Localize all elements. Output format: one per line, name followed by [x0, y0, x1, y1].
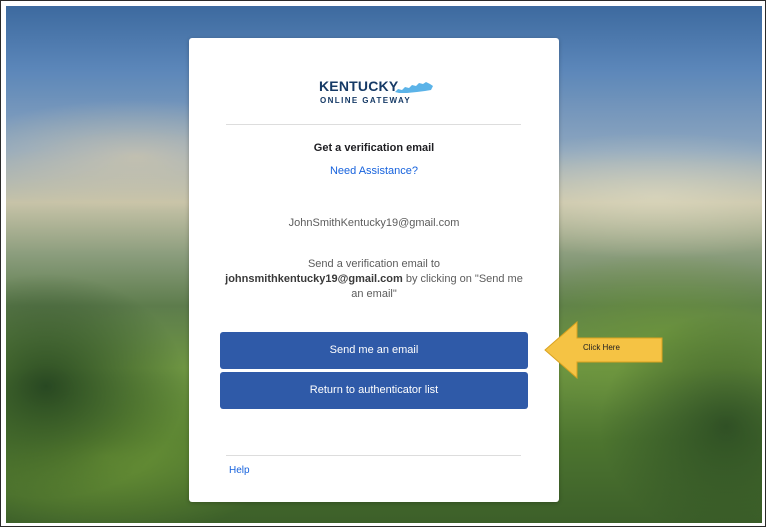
- kentucky-online-gateway-logo: KENTUCKY ONLINE GATEWAY: [319, 79, 434, 105]
- logo-subtitle: ONLINE GATEWAY: [320, 96, 412, 105]
- page-title: Get a verification email: [313, 142, 435, 154]
- description-email: johnsmithkentucky19@gmail.com: [225, 273, 403, 285]
- logo-title: KENTUCKY: [319, 78, 399, 94]
- screenshot-frame: KENTUCKY ONLINE GATEWAY Get a verificati…: [0, 0, 766, 527]
- account-email: JohnSmithKentucky19@gmail.com: [288, 217, 460, 229]
- help-link[interactable]: Help: [229, 465, 250, 476]
- kentucky-state-icon: [395, 82, 433, 93]
- description-prefix: Send a verification email to: [307, 258, 441, 270]
- login-card: KENTUCKY ONLINE GATEWAY Get a verificati…: [189, 38, 559, 502]
- verification-description: Send a verification email to johnsmithke…: [225, 257, 523, 302]
- send-email-button[interactable]: Send me an email: [220, 332, 528, 369]
- callout-label: Click Here: [583, 343, 620, 352]
- return-to-authenticator-list-button[interactable]: Return to authenticator list: [220, 372, 528, 409]
- top-divider: [226, 124, 521, 125]
- click-here-callout: Click Here: [544, 320, 664, 380]
- need-assistance-link[interactable]: Need Assistance?: [189, 165, 559, 177]
- bottom-divider: [226, 455, 521, 456]
